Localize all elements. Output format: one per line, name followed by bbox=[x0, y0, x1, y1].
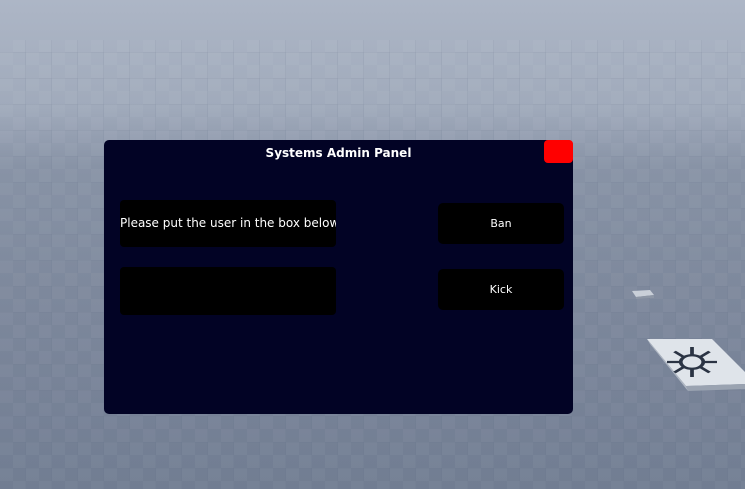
ban-button[interactable]: Ban bbox=[438, 203, 564, 244]
instruction-label: Please put the user in the box below bbox=[120, 200, 336, 247]
kick-button[interactable]: Kick bbox=[438, 269, 564, 310]
admin-panel: Systems Admin Panel Please put the user … bbox=[104, 140, 573, 414]
username-input[interactable] bbox=[120, 267, 336, 315]
close-button[interactable] bbox=[544, 140, 573, 163]
panel-title: Systems Admin Panel bbox=[265, 146, 412, 160]
